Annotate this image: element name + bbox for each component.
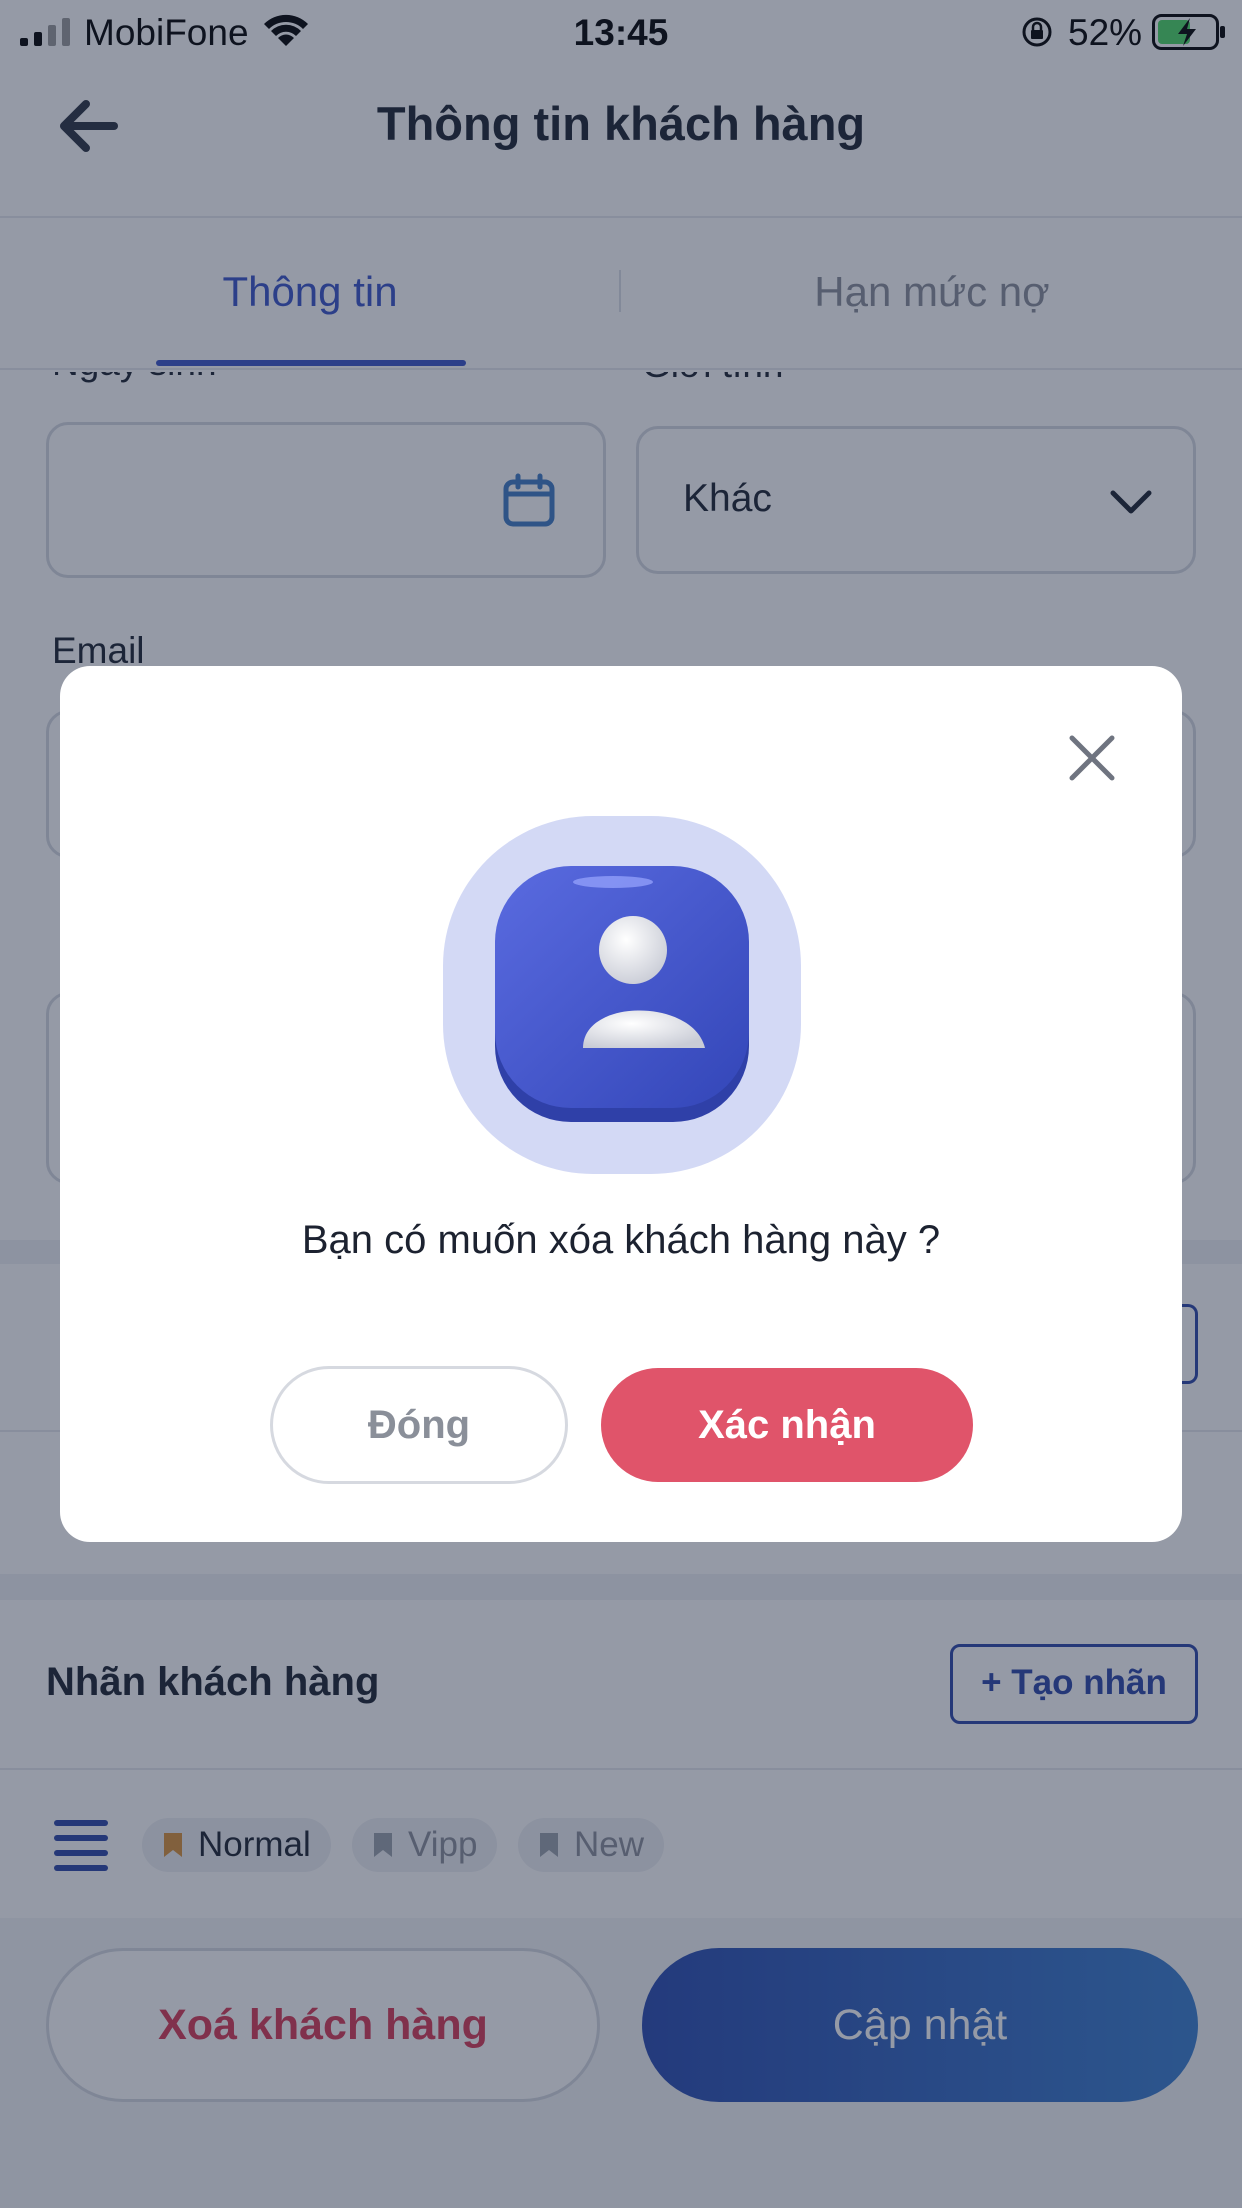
dialog-message: Bạn có muốn xóa khách hàng này ? — [301, 1218, 941, 1262]
dialog-close-button[interactable]: Đóng — [270, 1366, 568, 1484]
dialog-confirm-button[interactable]: Xác nhận — [601, 1368, 973, 1482]
delete-confirm-dialog: Bạn có muốn xóa khách hàng này ? Đóng Xá… — [60, 666, 1182, 1542]
close-icon[interactable] — [1060, 726, 1124, 790]
user-avatar-icon — [443, 816, 801, 1174]
